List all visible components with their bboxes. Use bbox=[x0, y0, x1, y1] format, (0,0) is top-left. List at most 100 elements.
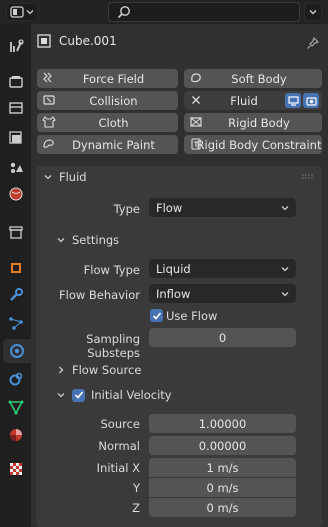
properties-tabs bbox=[0, 24, 31, 527]
flow-source-subpanel-header[interactable]: Flow Source bbox=[56, 363, 141, 377]
checkmark-icon bbox=[152, 311, 161, 320]
object-name: Cube.001 bbox=[59, 34, 117, 48]
view-layer-icon bbox=[9, 131, 22, 144]
z-label: Z bbox=[132, 501, 140, 515]
sampling-substeps-label: Sampling Substeps bbox=[86, 332, 140, 360]
drag-handle-icon[interactable] bbox=[302, 174, 314, 180]
tab-view-layer[interactable] bbox=[4, 126, 28, 150]
use-flow-label[interactable]: Use Flow bbox=[166, 309, 217, 323]
sampling-substeps-field[interactable]: 0 bbox=[149, 328, 296, 347]
source-value: 1.00000 bbox=[198, 416, 247, 431]
object-header: Cube.001 bbox=[37, 34, 117, 48]
sampling-substeps-value: 0 bbox=[218, 330, 227, 345]
force-field-button[interactable]: Force Field bbox=[37, 69, 178, 88]
use-flow-checkbox[interactable] bbox=[150, 309, 163, 322]
fluid-section: Fluid Type Flow Settings Flow Type Liqui… bbox=[36, 166, 322, 527]
flow-type-dropdown[interactable]: Liquid bbox=[149, 259, 296, 278]
pin-icon[interactable] bbox=[306, 36, 320, 50]
physics-icon bbox=[10, 344, 24, 358]
cloth-icon bbox=[42, 115, 56, 129]
tab-object[interactable] bbox=[4, 256, 28, 280]
editor-type-button[interactable] bbox=[6, 3, 38, 21]
close-icon[interactable] bbox=[189, 93, 203, 107]
tab-particles[interactable] bbox=[4, 311, 28, 335]
chevron-down-icon bbox=[26, 10, 34, 15]
physics-panel: Cube.001 Force Field Soft Body Collision… bbox=[31, 24, 328, 527]
force-field-icon bbox=[42, 71, 56, 85]
y-field[interactable]: 0 m/s bbox=[149, 478, 296, 497]
normal-field[interactable]: 0.00000 bbox=[149, 436, 296, 455]
initial-velocity-title: Initial Velocity bbox=[91, 388, 172, 402]
texture-icon bbox=[10, 463, 22, 475]
soft-body-button[interactable]: Soft Body bbox=[184, 69, 322, 88]
constraints-icon bbox=[9, 372, 23, 386]
world-icon bbox=[9, 187, 23, 201]
tab-texture[interactable] bbox=[4, 457, 28, 481]
show-in-viewport-toggle[interactable] bbox=[285, 93, 301, 108]
cloth-button[interactable]: Cloth bbox=[37, 113, 178, 132]
wrench-icon bbox=[10, 288, 23, 301]
options-dropdown-button[interactable] bbox=[304, 3, 322, 21]
collision-label: Collision bbox=[89, 93, 138, 108]
flow-behavior-value: Inflow bbox=[156, 286, 191, 301]
chevron-down-icon bbox=[281, 267, 289, 272]
chevron-down-icon bbox=[309, 10, 317, 15]
dynamic-paint-button[interactable]: Dynamic Paint bbox=[37, 135, 178, 154]
z-field[interactable]: 0 m/s bbox=[149, 498, 296, 517]
initial-velocity-subpanel-header[interactable]: Initial Velocity bbox=[56, 388, 172, 402]
rigid-body-constraint-icon bbox=[189, 137, 203, 151]
tab-tool[interactable] bbox=[4, 34, 28, 58]
soft-body-label: Soft Body bbox=[231, 71, 287, 86]
tab-object-data[interactable] bbox=[4, 395, 28, 419]
tab-world[interactable] bbox=[4, 182, 28, 206]
tab-render[interactable] bbox=[4, 70, 28, 94]
rigid-body-constraint-button[interactable]: Rigid Body Constraint bbox=[184, 135, 322, 154]
type-label: Type bbox=[113, 202, 140, 216]
flow-behavior-label: Flow Behavior bbox=[59, 288, 140, 302]
fluid-section-title: Fluid bbox=[59, 170, 87, 184]
source-field[interactable]: 1.00000 bbox=[149, 414, 296, 433]
flow-type-value: Liquid bbox=[156, 261, 191, 276]
collision-icon bbox=[42, 93, 56, 107]
material-icon bbox=[10, 429, 22, 441]
tab-material[interactable] bbox=[4, 423, 28, 447]
tab-physics[interactable] bbox=[3, 339, 31, 363]
initial-velocity-checkbox[interactable] bbox=[72, 388, 85, 402]
mesh-data-icon bbox=[8, 400, 24, 415]
flow-type-label: Flow Type bbox=[83, 263, 140, 277]
checkmark-icon bbox=[74, 391, 83, 399]
fluid-button[interactable]: Fluid bbox=[184, 91, 322, 110]
particles-icon bbox=[9, 317, 23, 330]
dynamic-paint-label: Dynamic Paint bbox=[72, 137, 155, 152]
initial-x-value: 1 m/s bbox=[206, 460, 239, 475]
y-label: Y bbox=[132, 481, 140, 495]
show-in-render-toggle[interactable] bbox=[303, 93, 319, 108]
tab-scene[interactable] bbox=[4, 155, 28, 179]
chevron-down-icon bbox=[57, 238, 65, 243]
tab-collection[interactable] bbox=[4, 220, 28, 244]
tool-icon bbox=[10, 39, 24, 52]
collision-button[interactable]: Collision bbox=[37, 91, 178, 110]
scene-icon bbox=[10, 162, 23, 173]
fluid-label: Fluid bbox=[230, 93, 258, 108]
initial-x-field[interactable]: 1 m/s bbox=[149, 458, 296, 477]
type-dropdown[interactable]: Flow bbox=[149, 198, 296, 217]
collection-icon bbox=[9, 226, 23, 239]
initial-x-label: Initial X bbox=[96, 461, 140, 475]
rigid-body-button[interactable]: Rigid Body bbox=[184, 113, 322, 132]
chevron-down-icon bbox=[281, 292, 289, 297]
source-label: Source bbox=[100, 417, 141, 431]
settings-subpanel-header[interactable]: Settings bbox=[56, 233, 119, 247]
dynamic-paint-icon bbox=[42, 137, 56, 151]
chevron-down-icon bbox=[44, 175, 52, 180]
tab-modifiers[interactable] bbox=[4, 283, 28, 307]
tab-constraints[interactable] bbox=[4, 367, 28, 391]
flow-behavior-dropdown[interactable]: Inflow bbox=[149, 284, 296, 303]
fluid-section-header[interactable]: Fluid bbox=[36, 166, 322, 188]
chevron-down-icon bbox=[281, 206, 289, 211]
search-input[interactable] bbox=[108, 2, 300, 22]
tab-output[interactable] bbox=[4, 96, 28, 120]
cloth-label: Cloth bbox=[98, 115, 129, 130]
flow-source-title: Flow Source bbox=[72, 363, 142, 377]
type-value: Flow bbox=[156, 200, 183, 215]
